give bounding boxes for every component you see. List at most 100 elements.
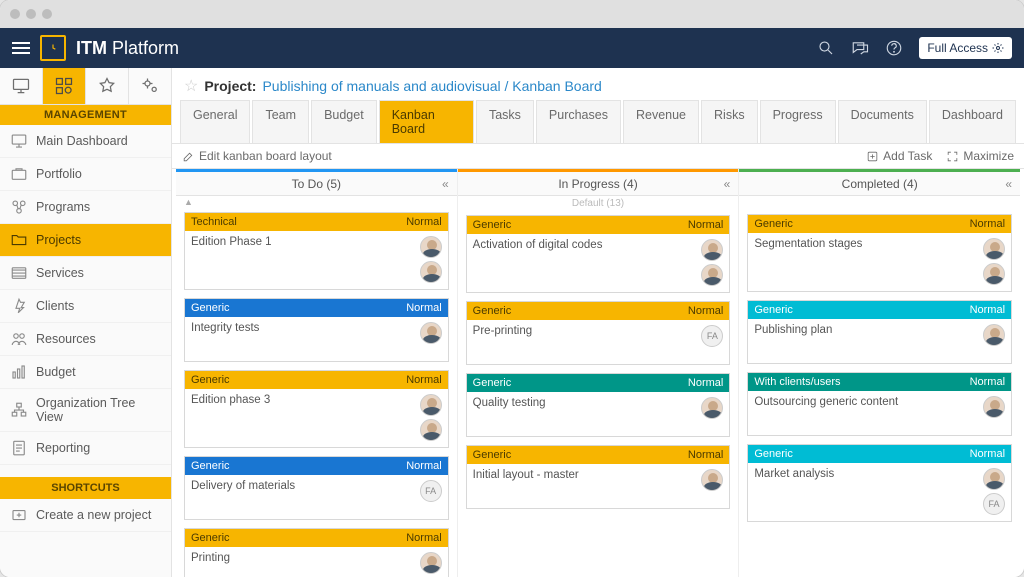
avatar xyxy=(420,322,442,344)
nav-main-dashboard[interactable]: Main Dashboard xyxy=(0,125,171,158)
nav-org-tree[interactable]: Organization Tree View xyxy=(0,389,171,432)
kanban-column: To Do (5)«▲ TechnicalNormalEdition Phase … xyxy=(176,169,458,577)
avatar xyxy=(420,236,442,258)
card-header: GenericNormal xyxy=(467,302,730,320)
tab-dashboard[interactable]: Dashboard xyxy=(929,100,1016,143)
edit-layout-button[interactable]: Edit kanban board layout xyxy=(182,149,332,163)
sidebar: MANAGEMENT Main Dashboard Portfolio Prog… xyxy=(0,68,172,577)
avatar xyxy=(983,238,1005,260)
kanban-card[interactable]: GenericNormalQuality testing xyxy=(466,373,731,437)
board-toolbar: Edit kanban board layout Add Task Maximi… xyxy=(172,144,1024,169)
maximize-button[interactable]: Maximize xyxy=(946,149,1014,163)
kanban-card[interactable]: With clients/usersNormalOutsourcing gene… xyxy=(747,372,1012,436)
column-header[interactable]: In Progress (4)« xyxy=(458,172,739,196)
tab-progress[interactable]: Progress xyxy=(760,100,836,143)
tab-kanban[interactable]: Kanban Board xyxy=(379,100,474,143)
help-icon[interactable] xyxy=(885,39,903,57)
avatar xyxy=(701,469,723,491)
swimlane-label: Default (13) xyxy=(458,196,739,211)
collapse-icon[interactable]: « xyxy=(1005,177,1012,191)
avatar xyxy=(701,397,723,419)
tooltab-star[interactable] xyxy=(86,68,129,104)
avatar xyxy=(983,468,1005,490)
tab-purchases[interactable]: Purchases xyxy=(536,100,621,143)
search-icon[interactable] xyxy=(817,39,835,57)
card-title: Delivery of materials xyxy=(191,480,420,513)
kanban-card[interactable]: GenericNormal Publishing plan xyxy=(747,300,1012,364)
brand: ITM Platform xyxy=(76,38,179,59)
logo-icon xyxy=(40,35,66,61)
tab-revenue[interactable]: Revenue xyxy=(623,100,699,143)
kanban-card[interactable]: GenericNormal Delivery of materialsFA xyxy=(184,456,449,520)
shortcut-create-project[interactable]: Create a new project xyxy=(0,499,171,532)
nav-portfolio[interactable]: Portfolio xyxy=(0,158,171,191)
kanban-card[interactable]: GenericNormal Initial layout - master xyxy=(466,445,731,509)
star-icon[interactable]: ☆ xyxy=(184,76,198,96)
tab-team[interactable]: Team xyxy=(252,100,309,143)
project-name[interactable]: Publishing of manuals and audiovisual / … xyxy=(262,78,601,94)
tab-tasks[interactable]: Tasks xyxy=(476,100,534,143)
card-title: Publishing plan xyxy=(754,324,983,357)
tooltab-monitor[interactable] xyxy=(0,68,43,104)
kanban-card[interactable]: GenericNormal Segmentation stages xyxy=(747,214,1012,292)
kanban-board: To Do (5)«▲ TechnicalNormalEdition Phase … xyxy=(172,169,1024,577)
kanban-card[interactable]: GenericNormalIntegrity tests xyxy=(184,298,449,362)
card-title: Activation of digital codes xyxy=(473,239,702,286)
nav-resources[interactable]: Resources xyxy=(0,323,171,356)
kanban-card[interactable]: GenericNormalPrinting xyxy=(184,528,449,577)
column-header[interactable]: To Do (5)« xyxy=(176,172,457,196)
card-header: GenericNormal xyxy=(185,529,448,547)
project-header: ☆ Project: Publishing of manuals and aud… xyxy=(172,68,1024,100)
sort-icon[interactable]: ▲ xyxy=(176,196,457,208)
tooltab-settings[interactable] xyxy=(129,68,171,104)
card-title: Market analysis xyxy=(754,468,983,515)
section-shortcuts: SHORTCUTS xyxy=(0,477,171,499)
card-title: Pre-printing xyxy=(473,325,702,358)
tab-documents[interactable]: Documents xyxy=(838,100,927,143)
card-header: GenericNormal xyxy=(185,457,448,475)
avatar xyxy=(983,396,1005,418)
avatar: FA xyxy=(983,493,1005,515)
card-title: Edition phase 3 xyxy=(191,394,420,441)
collapse-icon[interactable]: « xyxy=(724,177,731,191)
kanban-card[interactable]: GenericNormalPre-printingFA xyxy=(466,301,731,365)
avatar xyxy=(983,263,1005,285)
avatar: FA xyxy=(420,480,442,502)
avatar xyxy=(701,239,723,261)
topbar: ITM Platform Full Access xyxy=(0,28,1024,68)
card-header: GenericNormal xyxy=(748,215,1011,233)
kanban-card[interactable]: TechnicalNormalEdition Phase 1 xyxy=(184,212,449,290)
kanban-card[interactable]: GenericNormalActivation of digital codes xyxy=(466,215,731,293)
collapse-icon[interactable]: « xyxy=(442,177,449,191)
card-title: Edition Phase 1 xyxy=(191,236,420,283)
card-header: GenericNormal xyxy=(748,301,1011,319)
nav-programs[interactable]: Programs xyxy=(0,191,171,224)
card-title: Segmentation stages xyxy=(754,238,983,285)
card-header: GenericNormal xyxy=(748,445,1011,463)
column-header[interactable]: Completed (4)« xyxy=(739,172,1020,196)
nav-services[interactable]: Services xyxy=(0,257,171,290)
chat-icon[interactable] xyxy=(851,39,869,57)
card-header: With clients/usersNormal xyxy=(748,373,1011,391)
tooltab-modules[interactable] xyxy=(43,68,86,104)
add-task-button[interactable]: Add Task xyxy=(866,149,932,163)
nav-reporting[interactable]: Reporting xyxy=(0,432,171,465)
tab-budget[interactable]: Budget xyxy=(311,100,377,143)
kanban-column: Completed (4)« GenericNormal Segmentation … xyxy=(739,169,1020,577)
card-header: GenericNormal xyxy=(467,446,730,464)
kanban-card[interactable]: GenericNormal Edition phase 3 xyxy=(184,370,449,448)
tab-general[interactable]: General xyxy=(180,100,250,143)
tab-risks[interactable]: Risks xyxy=(701,100,758,143)
kanban-card[interactable]: GenericNormal Market analysisFA xyxy=(747,444,1012,522)
subtabs: General Team Budget Kanban Board Tasks P… xyxy=(172,100,1024,144)
card-header: GenericNormal xyxy=(467,374,730,392)
card-title: Initial layout - master xyxy=(473,469,702,502)
nav-clients[interactable]: Clients xyxy=(0,290,171,323)
avatar xyxy=(420,261,442,283)
full-access-button[interactable]: Full Access xyxy=(919,37,1012,59)
nav-budget[interactable]: Budget xyxy=(0,356,171,389)
nav-projects[interactable]: Projects xyxy=(0,224,171,257)
card-header: GenericNormal xyxy=(185,371,448,389)
menu-icon[interactable] xyxy=(12,42,30,54)
browser-chrome xyxy=(0,0,1024,28)
